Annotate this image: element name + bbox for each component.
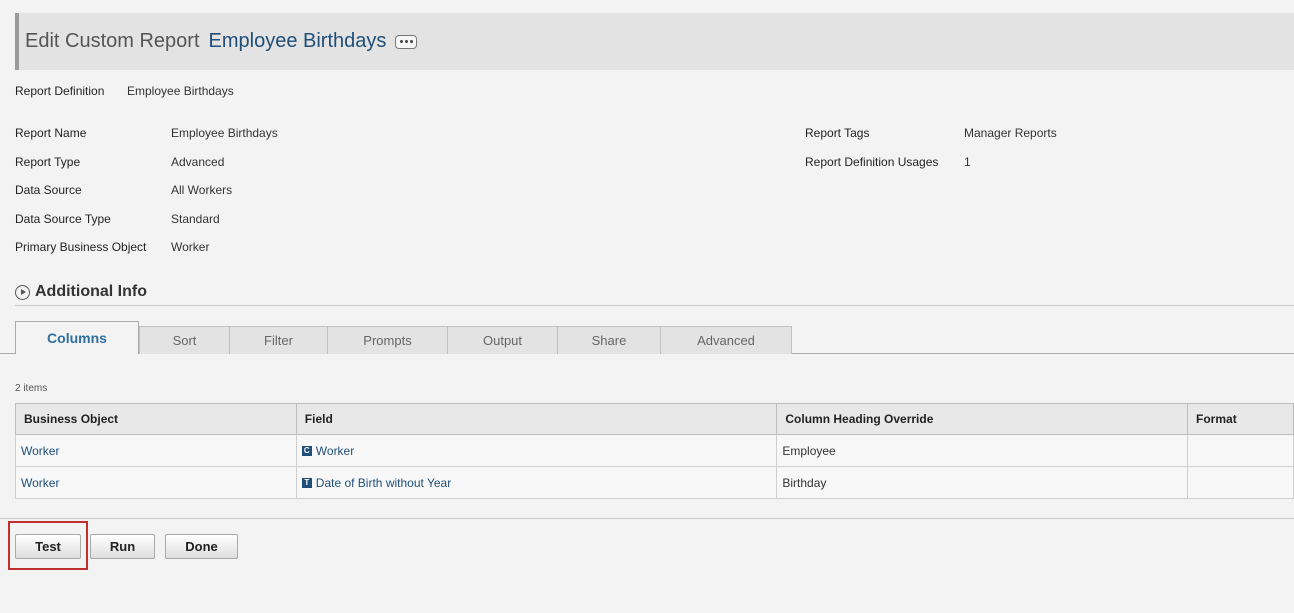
related-actions-button[interactable] [395, 34, 418, 49]
field-link[interactable]: Date of Birth without Year [316, 476, 451, 490]
column-header-format[interactable]: Format [1187, 403, 1294, 435]
table-row: Worker C Worker Employee [15, 434, 1294, 467]
run-button[interactable]: Run [90, 534, 155, 559]
business-object-link[interactable]: Worker [21, 444, 59, 458]
dot-icon [404, 40, 408, 43]
heading-override-cell[interactable]: Birthday [776, 466, 1189, 499]
tab-filter[interactable]: Filter [229, 326, 328, 354]
tab-prompts[interactable]: Prompts [327, 326, 448, 354]
data-source-type-value: Standard [171, 212, 220, 226]
field-link[interactable]: Worker [316, 444, 354, 458]
report-definition-link[interactable]: Employee Birthdays [127, 84, 234, 98]
dot-icon [409, 40, 413, 43]
tab-share[interactable]: Share [557, 326, 661, 354]
report-name-label: Report Name [15, 126, 87, 140]
expand-arrow-icon [15, 284, 30, 300]
report-tags-label: Report Tags [805, 126, 870, 140]
column-header-business-object[interactable]: Business Object [15, 403, 297, 435]
tab-output[interactable]: Output [447, 326, 558, 354]
tab-advanced[interactable]: Advanced [660, 326, 792, 354]
report-tags-link[interactable]: Manager Reports [964, 126, 1057, 140]
tab-columns[interactable]: Columns [15, 321, 139, 354]
column-header-field[interactable]: Field [295, 403, 778, 435]
table-row: Worker T Date of Birth without Year Birth… [15, 466, 1294, 499]
dot-icon [399, 40, 403, 43]
business-object-link[interactable]: Worker [21, 476, 59, 490]
done-button[interactable]: Done [165, 534, 238, 559]
page-title-prefix: Edit Custom Report [25, 30, 200, 52]
columns-table: Business Object Field Column Heading Ove… [15, 403, 1294, 499]
additional-info-title: Additional Info [35, 283, 147, 300]
report-definition-label: Report Definition [15, 84, 105, 98]
test-button[interactable]: Test [15, 534, 81, 559]
additional-info-toggle[interactable]: Additional Info [15, 283, 147, 301]
item-count: 2 items [15, 383, 48, 394]
format-cell[interactable] [1187, 466, 1294, 499]
data-source-link[interactable]: All Workers [171, 183, 232, 197]
data-source-type-label: Data Source Type [15, 212, 111, 226]
format-cell[interactable] [1187, 434, 1294, 467]
page-header: Edit Custom Report Employee Birthdays [15, 13, 1294, 70]
page-title-object[interactable]: Employee Birthdays [209, 30, 387, 53]
report-type-label: Report Type [15, 155, 81, 169]
divider [15, 305, 1294, 306]
primary-business-object-label: Primary Business Object [15, 240, 147, 254]
table-header-row: Business Object Field Column Heading Ove… [15, 403, 1294, 435]
divider [0, 518, 1294, 519]
heading-override-cell[interactable]: Employee [776, 434, 1189, 467]
report-type-value: Advanced [171, 155, 225, 169]
report-definition-usages-link[interactable]: 1 [964, 155, 971, 169]
column-header-heading-override[interactable]: Column Heading Override [776, 403, 1189, 435]
report-name-value: Employee Birthdays [171, 126, 278, 140]
tab-sort[interactable]: Sort [139, 326, 230, 354]
data-source-label: Data Source [15, 183, 82, 197]
primary-business-object-link[interactable]: Worker [171, 240, 209, 254]
field-type-icon: T [301, 478, 312, 489]
field-type-icon: C [301, 446, 312, 457]
report-definition-usages-label: Report Definition Usages [805, 155, 939, 169]
